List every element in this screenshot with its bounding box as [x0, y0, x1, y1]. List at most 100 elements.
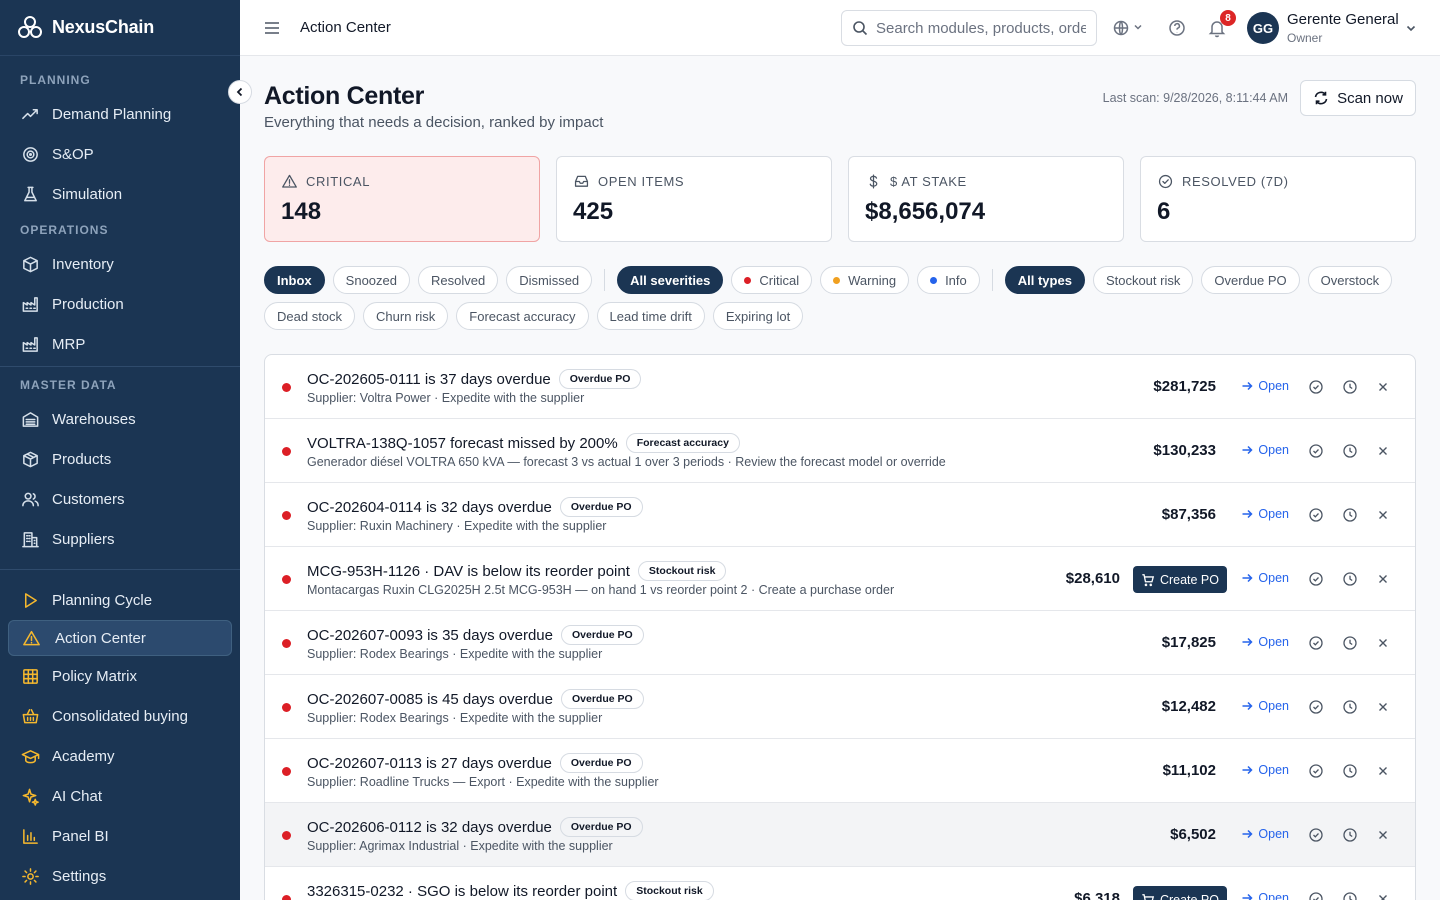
dismiss-close-icon[interactable]	[1375, 507, 1391, 523]
sidebar-item-warehouses[interactable]: Warehouses	[0, 399, 240, 439]
sidebar-item-mrp[interactable]: MRP	[0, 324, 240, 364]
filter-chip-dead-stock[interactable]: Dead stock	[264, 302, 356, 330]
snooze-clock-icon[interactable]	[1342, 891, 1358, 900]
brand[interactable]: NexusChain	[0, 0, 240, 56]
resolve-check-icon[interactable]	[1308, 763, 1324, 779]
create-po-button[interactable]: Create PO	[1132, 886, 1227, 900]
operations-scroll[interactable]: Inventory Production MRP	[0, 244, 240, 366]
open-item-link[interactable]: Open	[1241, 891, 1289, 900]
open-item-link[interactable]: Open	[1241, 763, 1289, 777]
dismiss-close-icon[interactable]	[1375, 571, 1391, 587]
resolve-check-icon[interactable]	[1308, 443, 1324, 459]
sidebar-item-panel-bi[interactable]: Panel BI	[0, 816, 240, 856]
avatar[interactable]: GG	[1247, 12, 1279, 44]
action-item-row[interactable]: MCG-953H-1126 · DAV is below its reorder…	[265, 547, 1415, 611]
globe-icon[interactable]	[1113, 18, 1133, 38]
sidebar-item-production[interactable]: Production	[0, 284, 240, 324]
search-box[interactable]	[841, 10, 1097, 46]
resolve-check-icon[interactable]	[1308, 571, 1324, 587]
action-item-row[interactable]: VOLTRA-138Q-1057 forecast missed by 200%…	[265, 419, 1415, 483]
dismiss-close-icon[interactable]	[1375, 635, 1391, 651]
dismiss-close-icon[interactable]	[1375, 763, 1391, 779]
filter-chip-warning[interactable]: Warning	[820, 266, 910, 294]
resolve-check-icon[interactable]	[1308, 827, 1324, 843]
open-item-link[interactable]: Open	[1241, 507, 1289, 521]
filter-chip-churn-risk[interactable]: Churn risk	[363, 302, 449, 330]
snooze-clock-icon[interactable]	[1342, 635, 1358, 651]
severity-critical-dot	[282, 831, 291, 840]
filter-chip-resolved[interactable]: Resolved	[418, 266, 499, 294]
filter-chip-snoozed[interactable]: Snoozed	[332, 266, 410, 294]
open-item-link[interactable]: Open	[1241, 699, 1289, 713]
snooze-clock-icon[interactable]	[1342, 507, 1358, 523]
resolve-check-icon[interactable]	[1308, 891, 1324, 900]
kpi-at-stake[interactable]: $ AT STAKE $8,656,074	[848, 156, 1124, 242]
open-item-link[interactable]: Open	[1241, 379, 1289, 393]
scan-now-button[interactable]: Scan now	[1300, 80, 1416, 116]
user-name[interactable]: Gerente General	[1287, 11, 1399, 28]
kpi-critical[interactable]: CRITICAL 148	[264, 156, 540, 242]
open-item-link[interactable]: Open	[1241, 571, 1289, 585]
dismiss-close-icon[interactable]	[1375, 699, 1391, 715]
snooze-clock-icon[interactable]	[1342, 763, 1358, 779]
filter-chip-stockout-risk[interactable]: Stockout risk	[1092, 266, 1194, 294]
sidebar-item-customers[interactable]: Customers	[0, 479, 240, 519]
snooze-clock-icon[interactable]	[1342, 379, 1358, 395]
filter-chip-overdue-po[interactable]: Overdue PO	[1201, 266, 1300, 294]
sidebar-item-consolidated-buying[interactable]: Consolidated buying	[0, 696, 240, 736]
resolve-check-icon[interactable]	[1308, 379, 1324, 395]
sidebar-item-simulation[interactable]: Simulation	[0, 174, 240, 214]
action-item-row[interactable]: OC-202605-0111 is 37 days overdue Overdue…	[265, 355, 1415, 419]
snooze-clock-icon[interactable]	[1342, 443, 1358, 459]
resolve-check-icon[interactable]	[1308, 507, 1324, 523]
dismiss-close-icon[interactable]	[1375, 891, 1391, 900]
resolve-check-icon[interactable]	[1308, 635, 1324, 651]
menu-icon[interactable]	[262, 18, 282, 38]
action-item-row[interactable]: OC-202607-0113 is 27 days overdue Overdue…	[265, 739, 1415, 803]
snooze-clock-icon[interactable]	[1342, 827, 1358, 843]
filter-chip-all-types[interactable]: All types	[1004, 266, 1085, 294]
filter-chip-all-severities[interactable]: All severities	[617, 266, 724, 294]
filter-chip-critical[interactable]: Critical	[731, 266, 813, 294]
sidebar-item-products[interactable]: Products	[0, 439, 240, 479]
create-po-button[interactable]: Create PO	[1132, 566, 1227, 593]
sidebar-collapse-button[interactable]	[228, 80, 252, 104]
filter-chip-forecast-accuracy[interactable]: Forecast accuracy	[456, 302, 589, 330]
sidebar-item-academy[interactable]: Academy	[0, 736, 240, 776]
sidebar-item-policy-matrix[interactable]: Policy Matrix	[0, 656, 240, 696]
sidebar-item-suppliers[interactable]: Suppliers	[0, 519, 240, 559]
dismiss-close-icon[interactable]	[1375, 379, 1391, 395]
sidebar-item-ai-chat[interactable]: AI Chat	[0, 776, 240, 816]
sidebar-item-inventory[interactable]: Inventory	[0, 244, 240, 284]
snooze-clock-icon[interactable]	[1342, 571, 1358, 587]
action-item-row[interactable]: OC-202606-0112 is 32 days overdue Overdue…	[265, 803, 1415, 867]
help-icon[interactable]	[1167, 18, 1187, 38]
dismiss-close-icon[interactable]	[1375, 443, 1391, 459]
action-item-row[interactable]: OC-202607-0093 is 35 days overdue Overdue…	[265, 611, 1415, 675]
open-item-link[interactable]: Open	[1241, 827, 1289, 841]
action-item-row[interactable]: OC-202604-0114 is 32 days overdue Overdue…	[265, 483, 1415, 547]
dismiss-close-icon[interactable]	[1375, 827, 1391, 843]
kpi-open-items[interactable]: OPEN ITEMS 425	[556, 156, 832, 242]
snooze-clock-icon[interactable]	[1342, 699, 1358, 715]
filter-chip-dismissed[interactable]: Dismissed	[506, 266, 593, 294]
search-input[interactable]	[876, 19, 1086, 37]
filter-chip-info[interactable]: Info	[917, 266, 980, 294]
filter-chip-inbox[interactable]: Inbox	[264, 266, 325, 294]
action-item-row[interactable]: 3326315-0232 · SGO is below its reorder …	[265, 867, 1415, 900]
sidebar-item-action-center[interactable]: Action Center	[8, 620, 232, 656]
chevron-down-icon[interactable]	[1133, 22, 1143, 32]
open-item-link[interactable]: Open	[1241, 443, 1289, 457]
user-menu-chevron-icon[interactable]	[1405, 22, 1417, 34]
kpi-resolved-7d[interactable]: RESOLVED (7D) 6	[1140, 156, 1416, 242]
sidebar-item-planning-cycle[interactable]: Planning Cycle	[0, 580, 240, 620]
open-item-link[interactable]: Open	[1241, 635, 1289, 649]
sidebar-item-settings[interactable]: Settings	[0, 856, 240, 896]
sidebar-item-sandop[interactable]: S&OP	[0, 134, 240, 174]
filter-chip-overstock[interactable]: Overstock	[1307, 266, 1393, 294]
sidebar-item-demand-planning[interactable]: Demand Planning	[0, 94, 240, 134]
filter-chip-lead-time-drift[interactable]: Lead time drift	[596, 302, 705, 330]
filter-chip-expiring-lot[interactable]: Expiring lot	[712, 302, 804, 330]
resolve-check-icon[interactable]	[1308, 699, 1324, 715]
action-item-row[interactable]: OC-202607-0085 is 45 days overdue Overdue…	[265, 675, 1415, 739]
